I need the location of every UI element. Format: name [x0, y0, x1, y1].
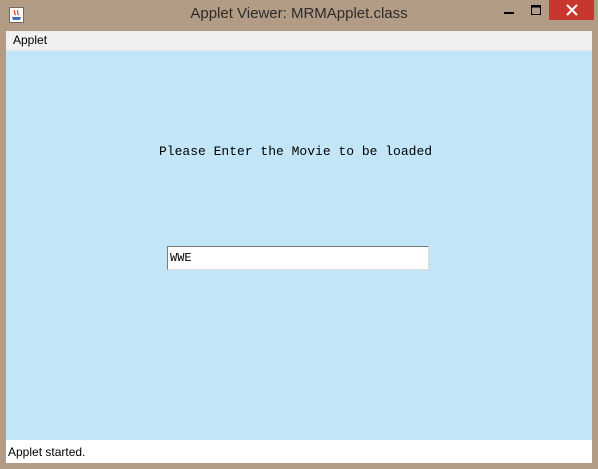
movie-name-input[interactable]	[167, 246, 429, 270]
maximize-button[interactable]	[522, 0, 549, 20]
menu-bar: Applet	[6, 31, 592, 51]
close-icon	[565, 4, 578, 16]
applet-viewer-window: Applet Viewer: MRMApplet.class Applet Pl…	[0, 0, 598, 469]
movie-prompt-label: Please Enter the Movie to be loaded	[159, 144, 433, 159]
title-bar[interactable]: Applet Viewer: MRMApplet.class	[0, 0, 598, 31]
menu-applet[interactable]: Applet	[12, 33, 48, 47]
status-bar: Applet started.	[6, 440, 592, 463]
maximize-icon	[530, 5, 541, 15]
status-text: Applet started.	[8, 445, 86, 459]
applet-panel: Please Enter the Movie to be loaded	[6, 51, 592, 440]
close-button[interactable]	[549, 0, 594, 20]
minimize-button[interactable]	[495, 0, 522, 20]
minimize-icon	[503, 12, 514, 14]
